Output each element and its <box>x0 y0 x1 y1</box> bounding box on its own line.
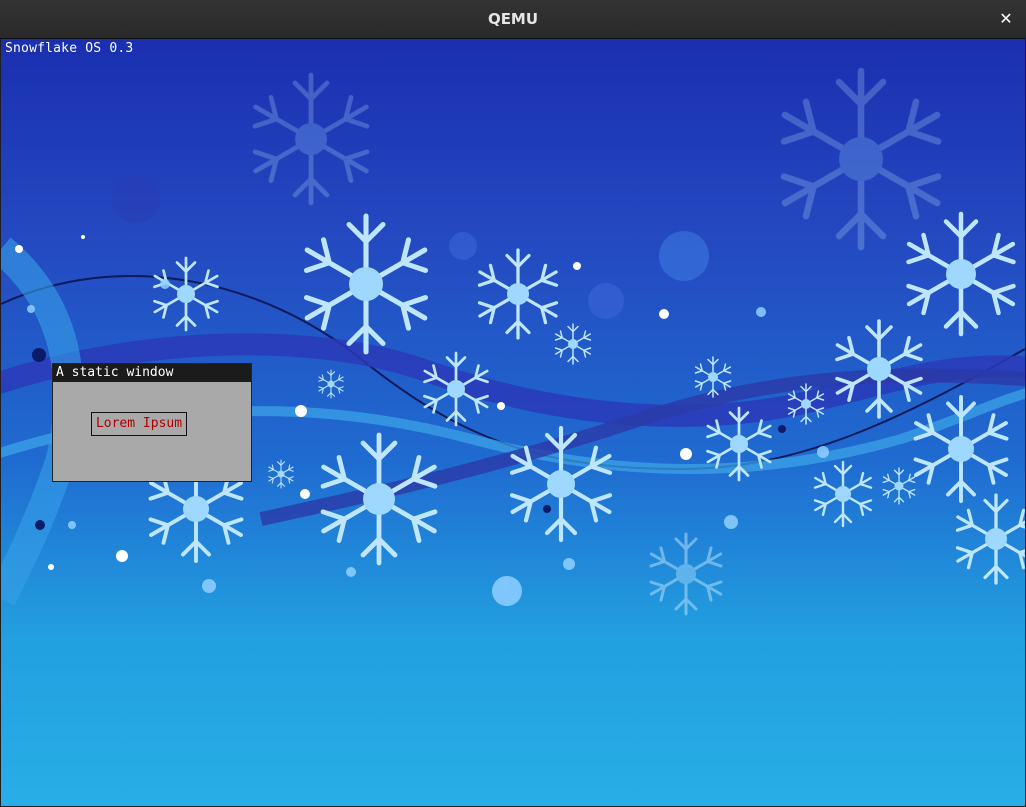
qemu-window: QEMU ✕ Snowflake OS 0.3 A static window … <box>0 0 1026 807</box>
close-icon[interactable]: ✕ <box>996 9 1016 29</box>
os-version-label: Snowflake OS 0.3 <box>5 41 134 56</box>
static-window-title[interactable]: A static window <box>53 364 251 382</box>
guest-screen[interactable]: Snowflake OS 0.3 A static window Lorem I… <box>1 39 1025 806</box>
title-bar[interactable]: QEMU ✕ <box>0 0 1026 39</box>
window-title: QEMU <box>487 10 539 28</box>
static-window[interactable]: A static window Lorem Ipsum <box>52 363 252 482</box>
lorem-ipsum-button[interactable]: Lorem Ipsum <box>91 412 187 436</box>
